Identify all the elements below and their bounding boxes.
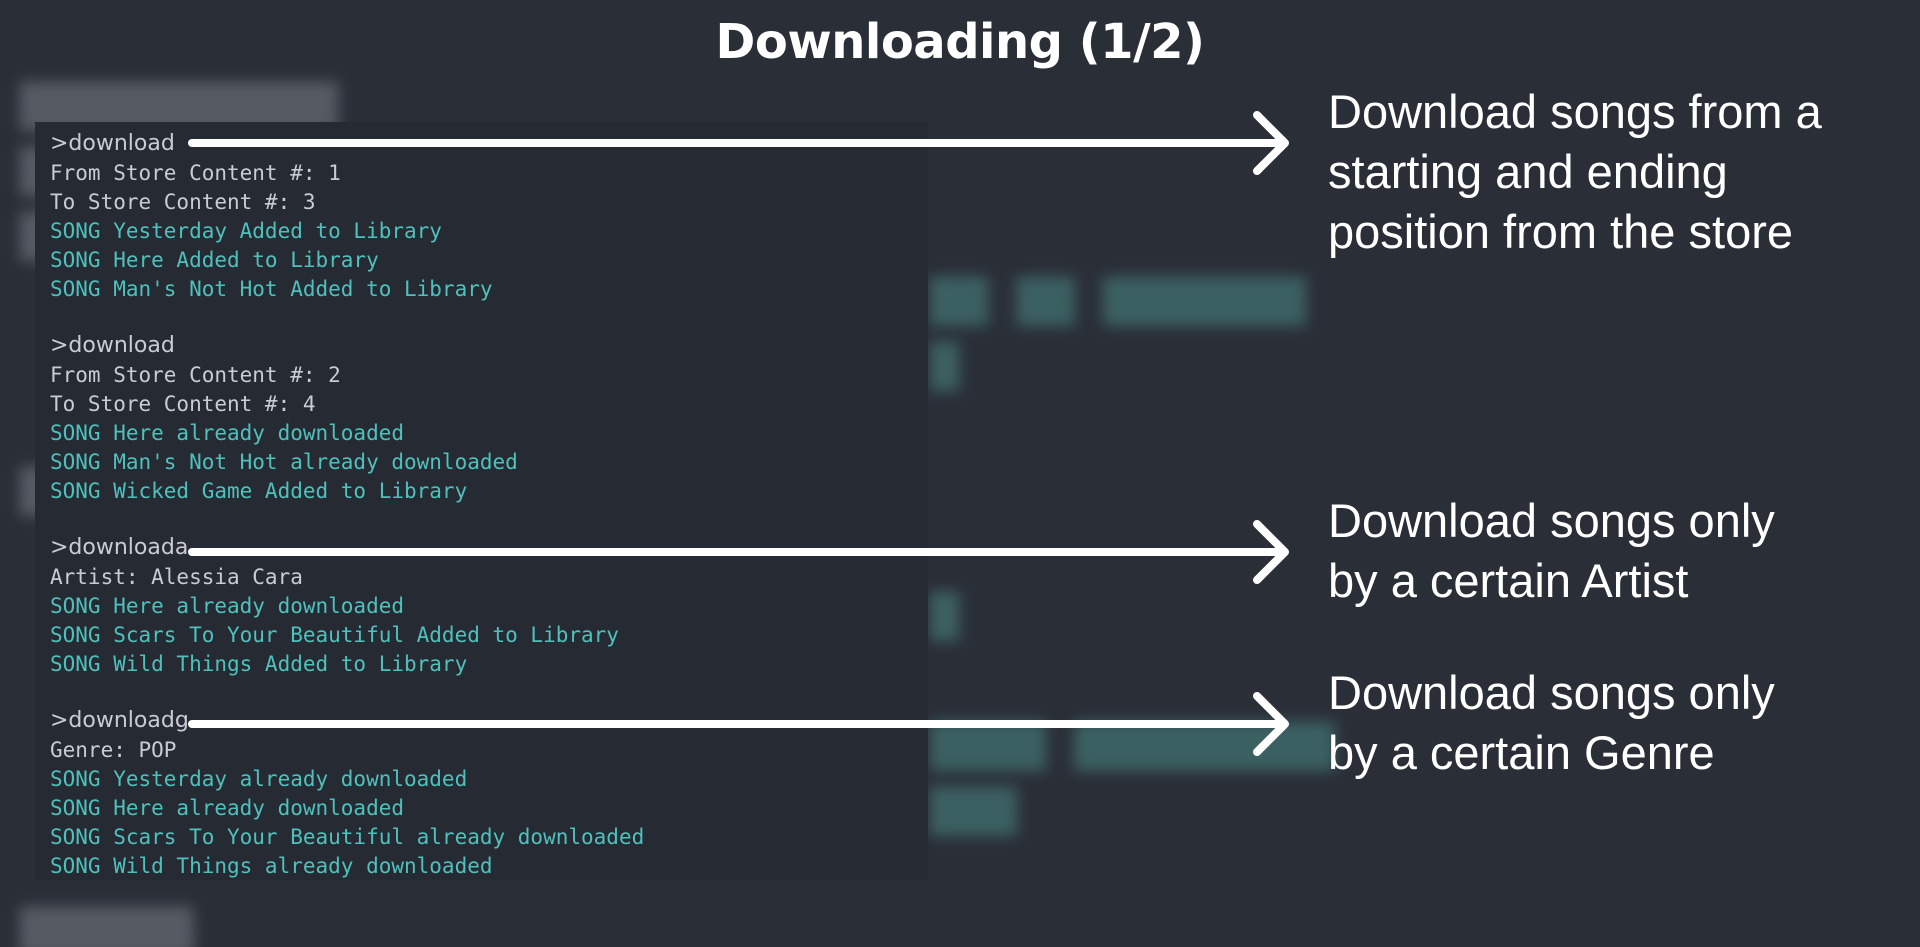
annotation-downloada: Download songs only by a certain Artist — [1328, 491, 1908, 611]
annotation-download: Download songs from a starting and endin… — [1328, 82, 1908, 262]
arrow-downloadg — [188, 692, 1289, 756]
slide: ▇▇▇▇▇▇▇▇▇▇▇ ▇▇ ▇▇ ▇▇▇▇▇ ▇▇ ▇ ▇ ▇▇▇ ▇ ▇▇ ▇▇▇▇… — [0, 0, 1920, 947]
arrow-downloada — [188, 520, 1289, 584]
annotation-line: Download songs from a — [1328, 85, 1822, 138]
arrow-download — [188, 111, 1289, 175]
annotation-line: Download songs only — [1328, 666, 1775, 719]
annotation-line: by a certain Artist — [1328, 554, 1689, 607]
annotation-line: Download songs only — [1328, 494, 1775, 547]
annotation-line: by a certain Genre — [1328, 726, 1715, 779]
annotation-line: position from the store — [1328, 205, 1793, 258]
annotation-downloadg: Download songs only by a certain Genre — [1328, 663, 1908, 783]
annotation-line: starting and ending — [1328, 145, 1728, 198]
